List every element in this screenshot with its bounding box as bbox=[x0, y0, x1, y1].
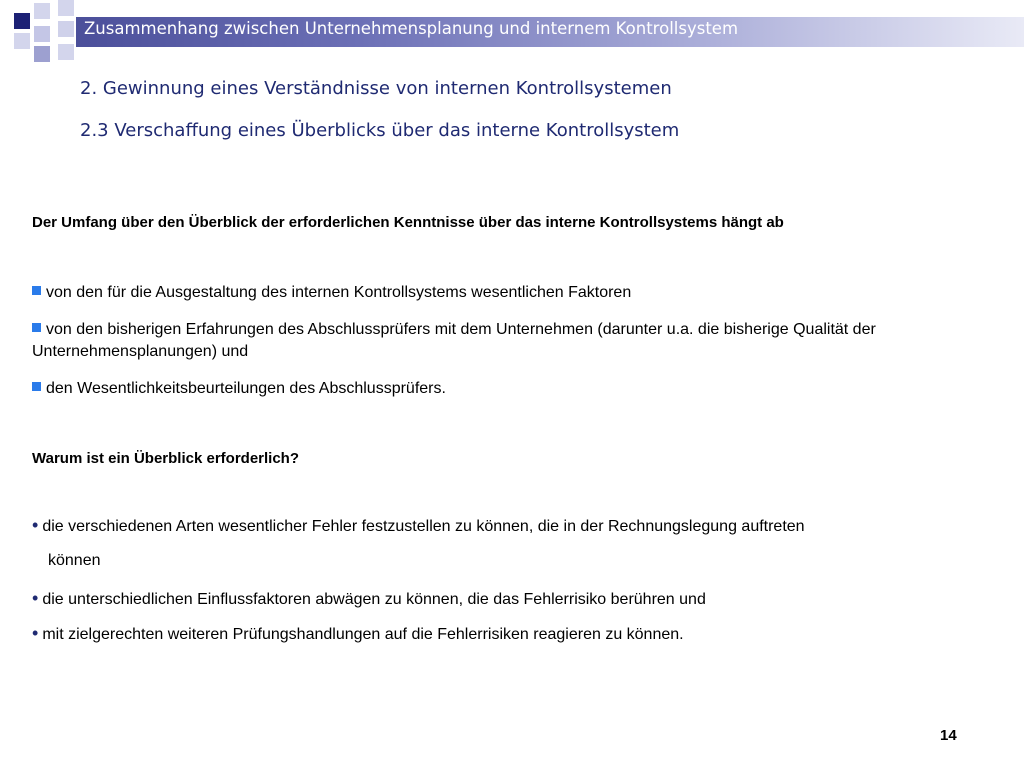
reason-text: die verschiedenen Arten wesentlicher Feh… bbox=[42, 518, 805, 535]
dot-bullet-icon: • bbox=[32, 588, 39, 608]
logo-square bbox=[34, 26, 50, 42]
question-heading: Warum ist ein Überblick erforderlich? bbox=[32, 450, 300, 467]
factor-text: von den bisherigen Erfahrungen des Absch… bbox=[32, 321, 876, 360]
section-heading: 2. Gewinnung eines Verständnisse von int… bbox=[80, 78, 672, 99]
reason-item: • mit zielgerechten weiteren Prüfungshand… bbox=[32, 622, 684, 646]
logo-square bbox=[58, 21, 74, 37]
reason-item: • die unterschiedlichen Einflussfaktoren … bbox=[32, 587, 706, 611]
factor-text: von den für die Ausgestaltung des intern… bbox=[46, 284, 632, 301]
factor-text: den Wesentlichkeitsbeurteilungen des Abs… bbox=[46, 380, 446, 397]
logo-square bbox=[34, 46, 50, 62]
logo-square bbox=[58, 0, 74, 16]
logo-square bbox=[58, 44, 74, 60]
dot-bullet-icon: • bbox=[32, 515, 39, 535]
header-title: Zusammenhang zwischen Unternehmensplanun… bbox=[84, 19, 739, 38]
logo-square bbox=[14, 33, 30, 49]
factor-item: den Wesentlichkeitsbeurteilungen des Abs… bbox=[32, 378, 446, 400]
reason-text: mit zielgerechten weiteren Prüfungshandl… bbox=[42, 626, 684, 643]
square-bullet-icon bbox=[32, 323, 41, 332]
intro-text: Der Umfang über den Überblick der erford… bbox=[32, 214, 784, 231]
page-number: 14 bbox=[940, 727, 957, 744]
reason-continuation: können bbox=[48, 552, 101, 569]
reason-text: die unterschiedlichen Einflussfaktoren a… bbox=[42, 591, 706, 608]
square-bullet-icon bbox=[32, 286, 41, 295]
logo-square bbox=[14, 13, 30, 29]
square-bullet-icon bbox=[32, 382, 41, 391]
logo-square bbox=[34, 3, 50, 19]
dot-bullet-icon: • bbox=[32, 623, 39, 643]
reason-item: • die verschiedenen Arten wesentlicher Fe… bbox=[32, 514, 805, 538]
factor-item: von den für die Ausgestaltung des intern… bbox=[32, 282, 631, 304]
factor-item: von den bisherigen Erfahrungen des Absch… bbox=[32, 319, 992, 363]
subsection-heading: 2.3 Verschaffung eines Überblicks über d… bbox=[80, 120, 680, 141]
